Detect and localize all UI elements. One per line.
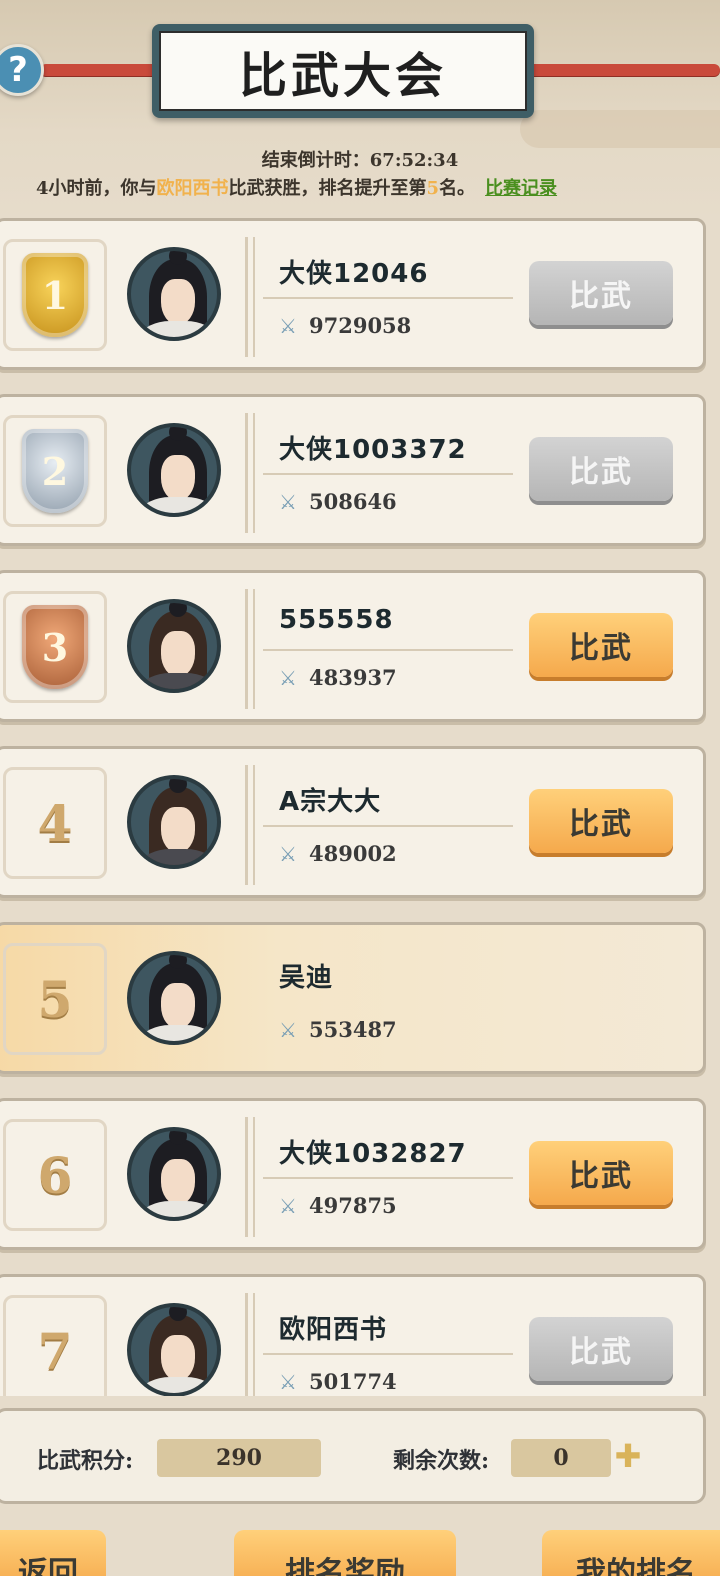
battle-msg-opponent: 欧阳西书 bbox=[156, 178, 229, 199]
battle-msg-suffix: 名。 bbox=[439, 178, 476, 199]
rank-number: 7 bbox=[37, 1321, 73, 1381]
avatar[interactable] bbox=[127, 423, 221, 517]
rank-reward-button[interactable]: 排名奖励 bbox=[234, 1530, 456, 1576]
avatar[interactable] bbox=[127, 775, 221, 869]
match-record-link[interactable]: 比赛记录 bbox=[485, 178, 557, 199]
fight-button[interactable]: 比武 bbox=[529, 1317, 673, 1381]
plus-icon[interactable]: ✚ bbox=[613, 1440, 643, 1472]
power-value: ⚔ 497875 bbox=[279, 1193, 397, 1218]
divider-line bbox=[263, 1177, 513, 1179]
rank-box: 1 bbox=[3, 239, 107, 351]
player-name: 欧阳西书 bbox=[279, 1315, 388, 1345]
avatar[interactable] bbox=[127, 1127, 221, 1221]
countdown: 结束倒计时：67:52:34 bbox=[0, 146, 720, 172]
battle-msg-rank: 5 bbox=[426, 178, 440, 199]
power-number: 497875 bbox=[309, 1193, 397, 1218]
crossed-swords-icon: ⚔ bbox=[279, 665, 297, 690]
crossed-swords-icon: ⚔ bbox=[279, 1017, 297, 1042]
battle-msg-prefix: 4小时前，你与 bbox=[36, 178, 157, 199]
fight-button[interactable]: 比武 bbox=[529, 437, 673, 501]
avatar[interactable] bbox=[127, 599, 221, 693]
crossed-swords-icon: ⚔ bbox=[279, 841, 297, 866]
ranking-row: 3 555558 ⚔ 483937 比武 bbox=[0, 570, 706, 722]
crossed-swords-icon: ⚔ bbox=[279, 1193, 297, 1218]
player-name: 大侠12046 bbox=[279, 259, 429, 289]
rank-box: 3 bbox=[3, 591, 107, 703]
avatar[interactable] bbox=[127, 247, 221, 341]
rank-box: 4 bbox=[3, 767, 107, 879]
score-value: 290 bbox=[157, 1439, 321, 1477]
score-bar: 比武积分: 290 剩余次数: 0 ✚ bbox=[0, 1408, 706, 1504]
player-name: 大侠1003372 bbox=[279, 435, 467, 465]
rank-number: 6 bbox=[37, 1145, 73, 1205]
cloud-decoration bbox=[520, 110, 720, 148]
score-label: 比武积分: bbox=[37, 1448, 134, 1474]
divider bbox=[245, 589, 255, 709]
avatar[interactable] bbox=[127, 951, 221, 1045]
battle-msg-mid: 比武获胜，排名提升至第 bbox=[228, 178, 427, 199]
ranking-row: 2 大侠1003372 ⚔ 508646 比武 bbox=[0, 394, 706, 546]
rope-decoration-right bbox=[526, 64, 720, 76]
divider bbox=[245, 765, 255, 885]
power-number: 489002 bbox=[309, 841, 397, 866]
divider-line bbox=[263, 473, 513, 475]
power-number: 9729058 bbox=[309, 313, 412, 338]
ranking-row: 6 大侠1032827 ⚔ 497875 比武 bbox=[0, 1098, 706, 1250]
crossed-swords-icon: ⚔ bbox=[279, 313, 297, 338]
divider-line bbox=[263, 649, 513, 651]
rank-number: 4 bbox=[37, 793, 73, 853]
power-value: ⚔ 501774 bbox=[279, 1369, 397, 1394]
power-value: ⚔ 508646 bbox=[279, 489, 397, 514]
my-rank-button[interactable]: 我的排名 bbox=[542, 1530, 720, 1576]
avatar[interactable] bbox=[127, 1303, 221, 1396]
power-number: 553487 bbox=[309, 1017, 397, 1042]
ranking-row-self: 5 吴迪 ⚔ 553487 bbox=[0, 922, 706, 1074]
power-value: ⚔ 9729058 bbox=[279, 313, 411, 338]
power-value: ⚔ 483937 bbox=[279, 665, 397, 690]
divider bbox=[245, 1293, 255, 1396]
power-number: 501774 bbox=[309, 1369, 397, 1394]
divider bbox=[245, 413, 255, 533]
bronze-medal-icon: 3 bbox=[22, 605, 88, 689]
rank-box: 2 bbox=[3, 415, 107, 527]
power-number: 508646 bbox=[309, 489, 397, 514]
rank-box: 5 bbox=[3, 943, 107, 1055]
divider-line bbox=[263, 1353, 513, 1355]
fight-button[interactable]: 比武 bbox=[529, 1141, 673, 1205]
ranking-row: 1 大侠12046 ⚔ 9729058 比武 bbox=[0, 218, 706, 370]
back-button[interactable]: 返回 bbox=[0, 1530, 106, 1576]
ranking-list[interactable]: 1 大侠12046 ⚔ 9729058 比武 2 大侠1003372 ⚔ 508… bbox=[0, 218, 720, 1396]
power-value: ⚔ 489002 bbox=[279, 841, 397, 866]
player-name: A宗大大 bbox=[279, 787, 382, 817]
countdown-value: 67:52:34 bbox=[369, 150, 459, 171]
rank-box: 7 bbox=[3, 1295, 107, 1396]
power-value: ⚔ 553487 bbox=[279, 1017, 397, 1042]
player-name: 555558 bbox=[279, 605, 394, 635]
remaining-value: 0 bbox=[511, 1439, 611, 1477]
divider-line bbox=[263, 297, 513, 299]
player-name: 吴迪 bbox=[279, 963, 334, 993]
divider-line bbox=[263, 825, 513, 827]
rope-decoration-left bbox=[40, 64, 160, 76]
title-plate: 比武大会 bbox=[152, 24, 534, 118]
gold-medal-icon: 1 bbox=[22, 253, 88, 337]
ranking-row: 4 A宗大大 ⚔ 489002 比武 bbox=[0, 746, 706, 898]
fight-button[interactable]: 比武 bbox=[529, 789, 673, 853]
silver-medal-icon: 2 bbox=[22, 429, 88, 513]
crossed-swords-icon: ⚔ bbox=[279, 489, 297, 514]
fight-button[interactable]: 比武 bbox=[529, 261, 673, 325]
remaining-label: 剩余次数: bbox=[393, 1448, 490, 1474]
rank-number: 5 bbox=[37, 969, 73, 1029]
battle-message: 4小时前，你与欧阳西书比武获胜，排名提升至第5名。 比赛记录 bbox=[36, 174, 720, 200]
divider bbox=[245, 1117, 255, 1237]
fight-button[interactable]: 比武 bbox=[529, 613, 673, 677]
page-title: 比武大会 bbox=[238, 48, 447, 104]
ranking-row: 7 欧阳西书 ⚔ 501774 比武 bbox=[0, 1274, 706, 1396]
countdown-label: 结束倒计时： bbox=[261, 150, 370, 171]
power-number: 483937 bbox=[309, 665, 397, 690]
rank-box: 6 bbox=[3, 1119, 107, 1231]
divider bbox=[245, 237, 255, 357]
crossed-swords-icon: ⚔ bbox=[279, 1369, 297, 1394]
player-name: 大侠1032827 bbox=[279, 1139, 467, 1169]
